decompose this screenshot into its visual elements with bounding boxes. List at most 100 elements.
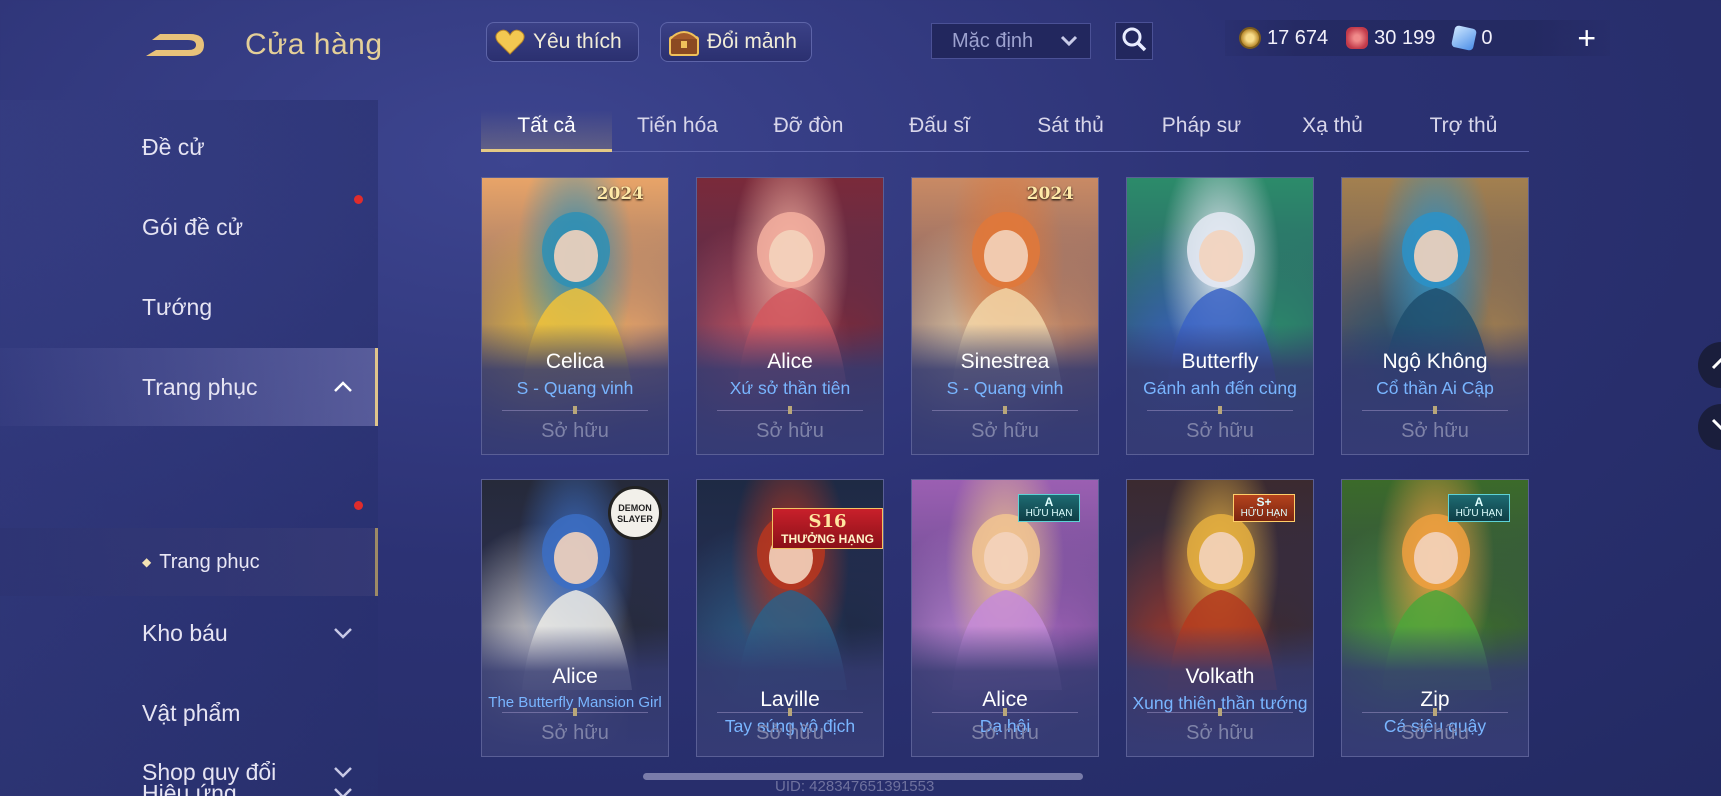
favorites-label: Yêu thích [533, 30, 622, 53]
skin-name: Gánh anh đến cùng [1143, 378, 1297, 398]
skin-grid: 2024 Celica S - Quang vinh Sở hữu Alice Xứ sở… [481, 177, 1529, 796]
scroll-up-button[interactable] [1698, 342, 1721, 388]
tier-sub-label: HỮU HẠN [1455, 508, 1503, 519]
heart-icon [493, 26, 527, 58]
back-logo-icon[interactable] [142, 26, 214, 64]
exchange-shards-button[interactable]: Đổi mảnh [660, 22, 812, 62]
exchange-label: Đổi mảnh [707, 30, 797, 53]
hero-name: Butterfly [1181, 350, 1259, 373]
sidebar-item-exchange-shop[interactable]: Shop quy đổi [0, 733, 378, 796]
tier-label: A [1474, 495, 1484, 509]
skin-name: S - Quang vinh [946, 378, 1064, 398]
owned-status: Sở hữu [541, 420, 609, 442]
collab-badge: DEMON SLAYER [608, 486, 662, 540]
year-badge: 2024 [596, 184, 644, 204]
favorites-button[interactable]: Yêu thích [486, 22, 639, 62]
card-divider [932, 410, 1078, 411]
tab-marksman[interactable]: Xạ thủ [1267, 110, 1398, 151]
add-currency-button[interactable]: + [1577, 22, 1596, 54]
tab-assassin[interactable]: Sát thủ [1005, 110, 1136, 151]
search-button[interactable] [1115, 22, 1153, 60]
sidebar-item-treasure[interactable]: Kho báu [0, 594, 378, 672]
tier-badge: S+ HỮU HẠN [1233, 494, 1295, 522]
season-label: S16 [808, 511, 847, 532]
sidebar-item-label: Trang phục [142, 373, 258, 400]
skin-card[interactable]: Butterfly Gánh anh đến cùng Sở hữu [1126, 177, 1314, 455]
sidebar-item-heroes[interactable]: Tướng [0, 268, 378, 346]
sidebar-item-skins[interactable]: Trang phục [0, 348, 378, 426]
hero-name: Volkath [1185, 665, 1255, 688]
rank-reward-badge: S16 THƯỞNG HẠNG [772, 508, 883, 549]
owned-status: Sở hữu [1401, 420, 1469, 442]
notification-dot [354, 195, 363, 204]
tier-label: S+ [1256, 495, 1272, 509]
owned-status: Sở hữu [756, 420, 824, 442]
chevron-up-icon [1711, 356, 1721, 375]
hero-name: Ngộ Không [1382, 350, 1488, 373]
owned-status: Sở hữu [541, 722, 609, 744]
tab-evolution[interactable]: Tiến hóa [612, 110, 743, 151]
owned-status: Sở hữu [1186, 420, 1254, 442]
skin-name: Cổ thần Ai Cập [1376, 378, 1494, 398]
sidebar-item-recommended[interactable]: Đề cử [0, 108, 378, 186]
role-tabs: Tất cả Tiến hóa Đỡ đòn Đấu sĩ Sát thủ Ph… [481, 110, 1529, 152]
treasure-chest-icon [667, 26, 701, 58]
card-divider [717, 410, 863, 411]
diamond-bullet-icon: ◆ [142, 555, 152, 569]
gold-coin-icon [1239, 27, 1261, 49]
chevron-up-icon [332, 376, 354, 398]
scroll-down-button[interactable] [1698, 404, 1721, 450]
skin-card[interactable]: 2024 Celica S - Quang vinh Sở hữu [481, 177, 669, 455]
badge-label: THƯỞNG HẠNG [781, 532, 874, 546]
sidebar-subitem-label: Trang phục [159, 550, 260, 573]
top-bar: Cửa hàng Yêu thích Đổi mảnh Mặc định 17 … [0, 0, 1721, 90]
gem-value: 0 [1481, 26, 1493, 49]
tab-mage[interactable]: Pháp sư [1136, 110, 1267, 151]
hero-name: Alice [552, 665, 598, 688]
card-divider [932, 712, 1078, 713]
skin-card[interactable]: Ngộ Không Cổ thần Ai Cập Sở hữu [1341, 177, 1529, 455]
skin-card[interactable]: A HỮU HẠN Zip Cá siêu quậy Sở hữu [1341, 479, 1529, 757]
tab-tank[interactable]: Đỡ đòn [743, 110, 874, 151]
sidebar-item-label: Đề cử [142, 133, 205, 160]
page-title: Cửa hàng [245, 28, 383, 61]
skin-card[interactable]: Alice Xứ sở thần tiên Sở hữu [696, 177, 884, 455]
skin-name: S - Quang vinh [516, 378, 634, 398]
red-voucher-icon [1346, 27, 1369, 49]
tab-fighter[interactable]: Đấu sĩ [874, 110, 1005, 151]
tier-badge: A HỮU HẠN [1018, 494, 1080, 522]
card-divider [502, 712, 648, 713]
sidebar-item-label: Vật phẩm [142, 699, 241, 726]
sidebar-item-label: Tướng [142, 293, 213, 320]
chevron-down-icon [332, 761, 354, 783]
sidebar: Đề cử Gói đề cử Tướng Trang phục ◆ Trang… [0, 100, 378, 796]
sort-select[interactable]: Mặc định [931, 23, 1091, 59]
skin-card[interactable]: A HỮU HẠN Alice Dạ hội Sở hữu [911, 479, 1099, 757]
skin-card[interactable]: DEMON SLAYER Alice The Butterfly Mansion G… [481, 479, 669, 757]
owned-status: Sở hữu [1401, 722, 1469, 744]
card-divider [1362, 712, 1508, 713]
card-divider [502, 410, 648, 411]
sidebar-item-label: Kho báu [142, 619, 228, 646]
search-icon [1121, 26, 1147, 57]
skin-card[interactable]: S+ HỮU HẠN Volkath Xung thiên thần tướng Sở … [1126, 479, 1314, 757]
sort-value: Mặc định [952, 29, 1034, 52]
voucher-value: 30 199 [1374, 26, 1436, 49]
skin-card[interactable]: S16 THƯỞNG HẠNG Laville Tay súng vô địch Sở … [696, 479, 884, 757]
tab-support[interactable]: Trợ thủ [1398, 110, 1529, 151]
sidebar-item-recommended-packs[interactable]: Gói đề cử [0, 188, 378, 266]
sidebar-subitem-skins[interactable]: ◆ Trang phục [0, 528, 378, 596]
chevron-down-icon [1711, 418, 1721, 437]
owned-status: Sở hữu [756, 722, 824, 744]
hero-name: Sinestrea [960, 350, 1050, 373]
tier-sub-label: HỮU HẠN [1240, 508, 1288, 519]
sidebar-item-label: Gói đề cử [142, 213, 244, 240]
card-divider [1147, 712, 1293, 713]
chevron-down-icon [332, 622, 354, 644]
currency-bar: 17 674 30 199 0 + [1225, 20, 1610, 56]
chevron-down-icon [1060, 30, 1078, 53]
skin-card[interactable]: 2024 Sinestrea S - Quang vinh Sở hữu [911, 177, 1099, 455]
tab-all[interactable]: Tất cả [481, 110, 612, 152]
hero-name: Alice [767, 350, 813, 373]
gold-balance: 17 674 [1239, 27, 1328, 50]
